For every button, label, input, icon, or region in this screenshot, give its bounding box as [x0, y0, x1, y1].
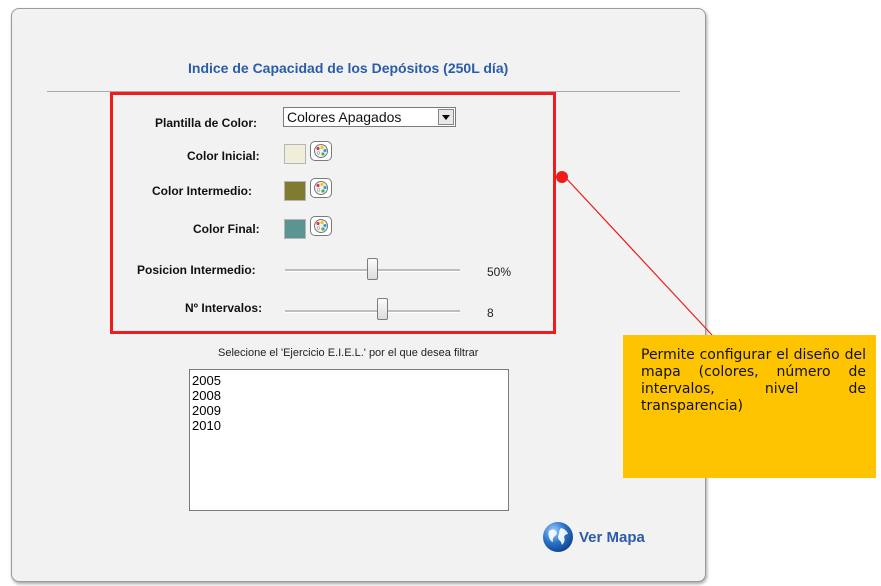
year-filter-label: Selecione el 'Ejercicio E.I.E.L.' por el…	[218, 347, 479, 359]
globe-icon	[543, 522, 573, 552]
year-option[interactable]: 2008	[192, 388, 508, 403]
panel-title: Indice de Capacidad de los Depósitos (25…	[188, 60, 509, 76]
year-option[interactable]: 2005	[192, 373, 508, 388]
year-option[interactable]: 2009	[192, 403, 508, 418]
ver-mapa-button[interactable]: Ver Mapa	[541, 520, 671, 554]
year-listbox[interactable]: 2005 2008 2009 2010	[189, 369, 509, 511]
callout-note: Permite configurar el diseño del mapa (c…	[623, 335, 876, 478]
highlight-box	[110, 92, 556, 334]
year-option[interactable]: 2010	[192, 418, 508, 433]
ver-mapa-label: Ver Mapa	[579, 529, 645, 546]
